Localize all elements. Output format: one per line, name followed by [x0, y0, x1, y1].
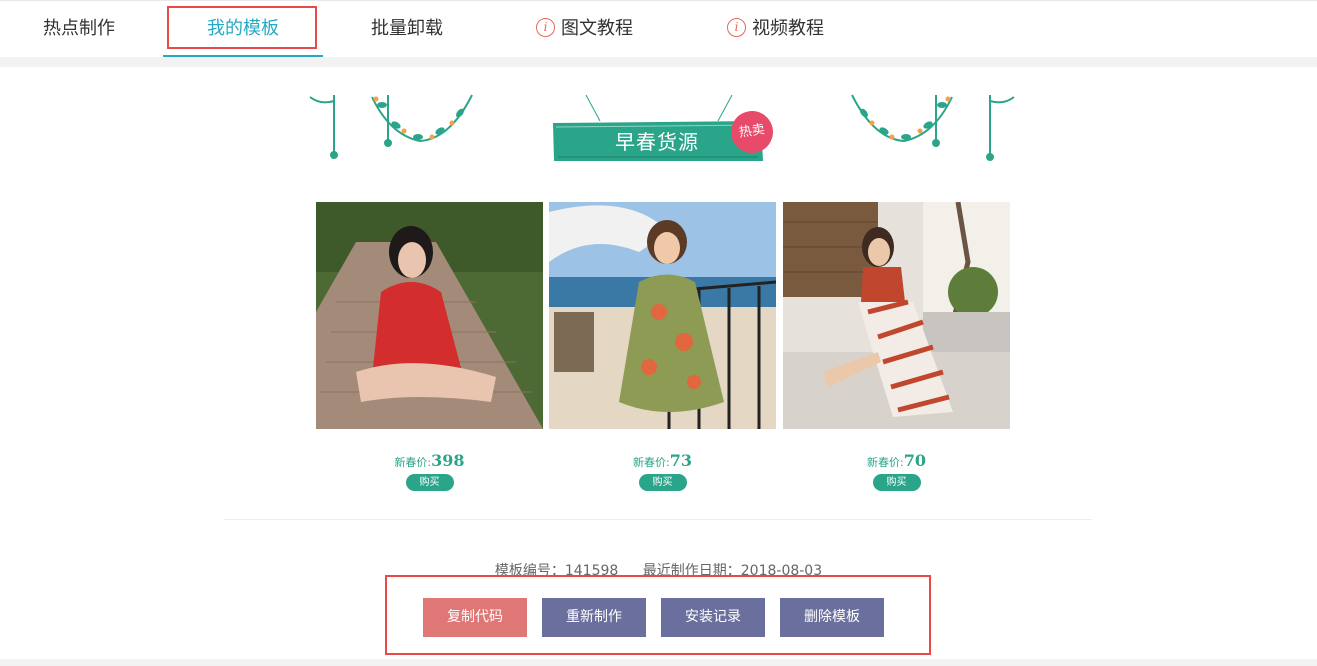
price-line: 新春价:70 — [783, 451, 1010, 470]
price-value: 398 — [431, 451, 465, 470]
product-card: 新春价:398 购买 — [316, 202, 543, 491]
tab-image-tutorial[interactable]: i 图文教程 — [536, 1, 633, 57]
top-tab-bar: 热点制作 我的模板 批量卸载 i 图文教程 i 视频教程 — [0, 0, 1317, 57]
price-label: 新春价: — [633, 456, 670, 469]
tab-label: 我的模板 — [207, 18, 279, 39]
tab-batch-uninstall[interactable]: 批量卸载 — [371, 1, 443, 57]
product-photo — [783, 202, 1010, 429]
buy-button[interactable]: 购买 — [405, 474, 454, 491]
remake-button[interactable]: 重新制作 — [542, 598, 646, 637]
price-value: 70 — [903, 451, 926, 470]
delete-template-button[interactable]: 删除模板 — [780, 598, 884, 637]
tab-label: 批量卸载 — [371, 18, 443, 39]
price-value: 73 — [669, 451, 692, 470]
template-preview-panel: 早春货源 热卖 新春价:398 购买 新春价:73 购买 新春价:70 购买 模… — [0, 67, 1317, 659]
info-icon: i — [727, 17, 746, 37]
install-log-button[interactable]: 安装记录 — [661, 598, 765, 637]
tab-label: 图文教程 — [561, 18, 633, 39]
buy-button[interactable]: 购买 — [638, 474, 687, 491]
tab-my-templates[interactable]: 我的模板 — [163, 1, 323, 57]
price-line: 新春价:398 — [316, 451, 543, 470]
banner: 早春货源 热卖 — [300, 93, 1020, 165]
price-label: 新春价: — [867, 456, 904, 469]
product-photo — [549, 202, 776, 429]
buy-button[interactable]: 购买 — [872, 474, 921, 491]
info-icon: i — [536, 17, 555, 37]
tab-video-tutorial[interactable]: i 视频教程 — [727, 1, 824, 57]
price-line: 新春价:73 — [549, 451, 776, 470]
banner-title: 早春货源 — [615, 130, 699, 154]
divider — [224, 519, 1092, 520]
price-label: 新春价: — [394, 456, 432, 469]
tab-label: 热点制作 — [43, 18, 115, 39]
product-card: 新春价:70 购买 — [783, 202, 1010, 491]
tab-hot-production[interactable]: 热点制作 — [43, 1, 115, 57]
product-card: 新春价:73 购买 — [549, 202, 776, 491]
product-photo — [316, 202, 543, 429]
copy-code-button[interactable]: 复制代码 — [423, 598, 527, 637]
tab-label: 视频教程 — [752, 18, 824, 39]
